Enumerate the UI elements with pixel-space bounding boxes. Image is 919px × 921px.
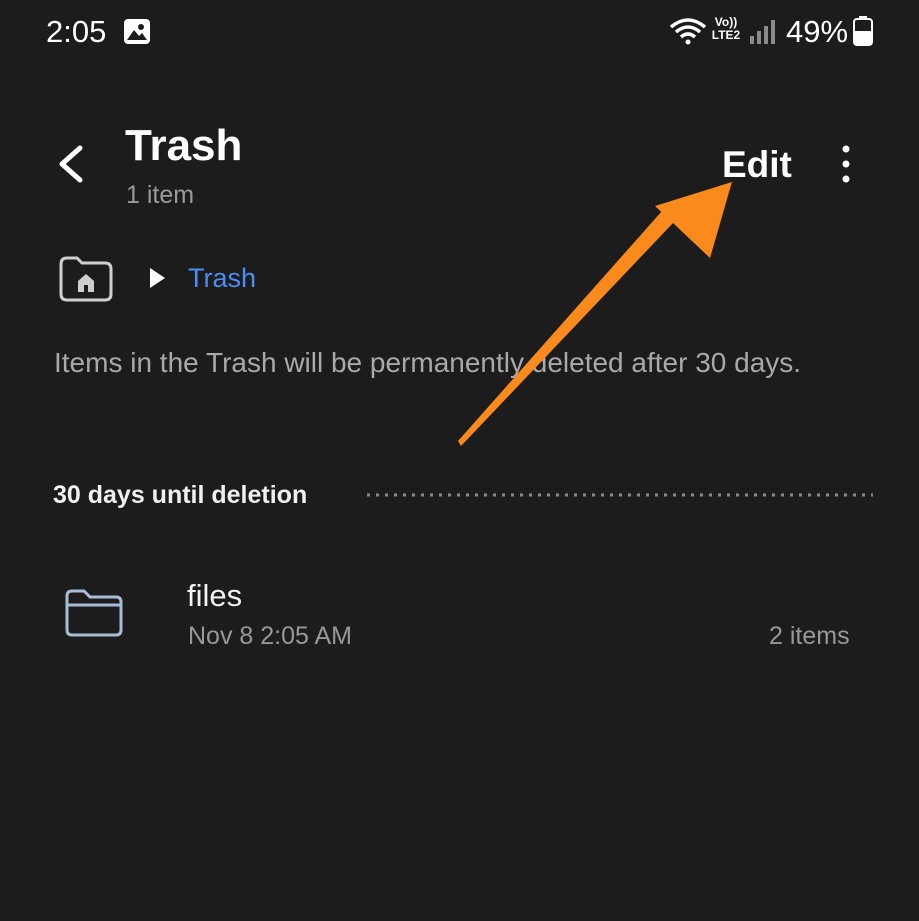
signal-icon	[750, 20, 775, 44]
volte-indicator: Vo)) LTE2	[711, 15, 741, 42]
list-item[interactable]	[40, 560, 880, 675]
battery-icon	[853, 16, 873, 46]
item-count: 1 item	[126, 181, 195, 209]
status-time: 2:05	[46, 14, 107, 49]
home-folder-icon[interactable]	[57, 254, 115, 304]
item-name: files	[187, 578, 243, 613]
edit-button[interactable]: Edit	[722, 144, 792, 186]
page-title: Trash	[125, 121, 243, 170]
section-divider	[367, 493, 873, 497]
item-child-count: 2 items	[769, 622, 850, 650]
item-date: Nov 8 2:05 AM	[188, 622, 352, 650]
battery-percent: 49%	[786, 14, 849, 49]
breadcrumb-trash[interactable]: Trash	[188, 263, 256, 294]
wifi-icon	[669, 18, 707, 45]
folder-icon	[65, 589, 123, 637]
gallery-icon	[124, 19, 150, 44]
section-header: 30 days until deletion	[53, 481, 308, 509]
breadcrumb-chevron-icon	[150, 268, 165, 288]
back-arrow-icon[interactable]	[52, 144, 92, 184]
trash-info-text: Items in the Trash will be permanently d…	[54, 347, 802, 378]
more-options-icon[interactable]	[828, 142, 864, 186]
